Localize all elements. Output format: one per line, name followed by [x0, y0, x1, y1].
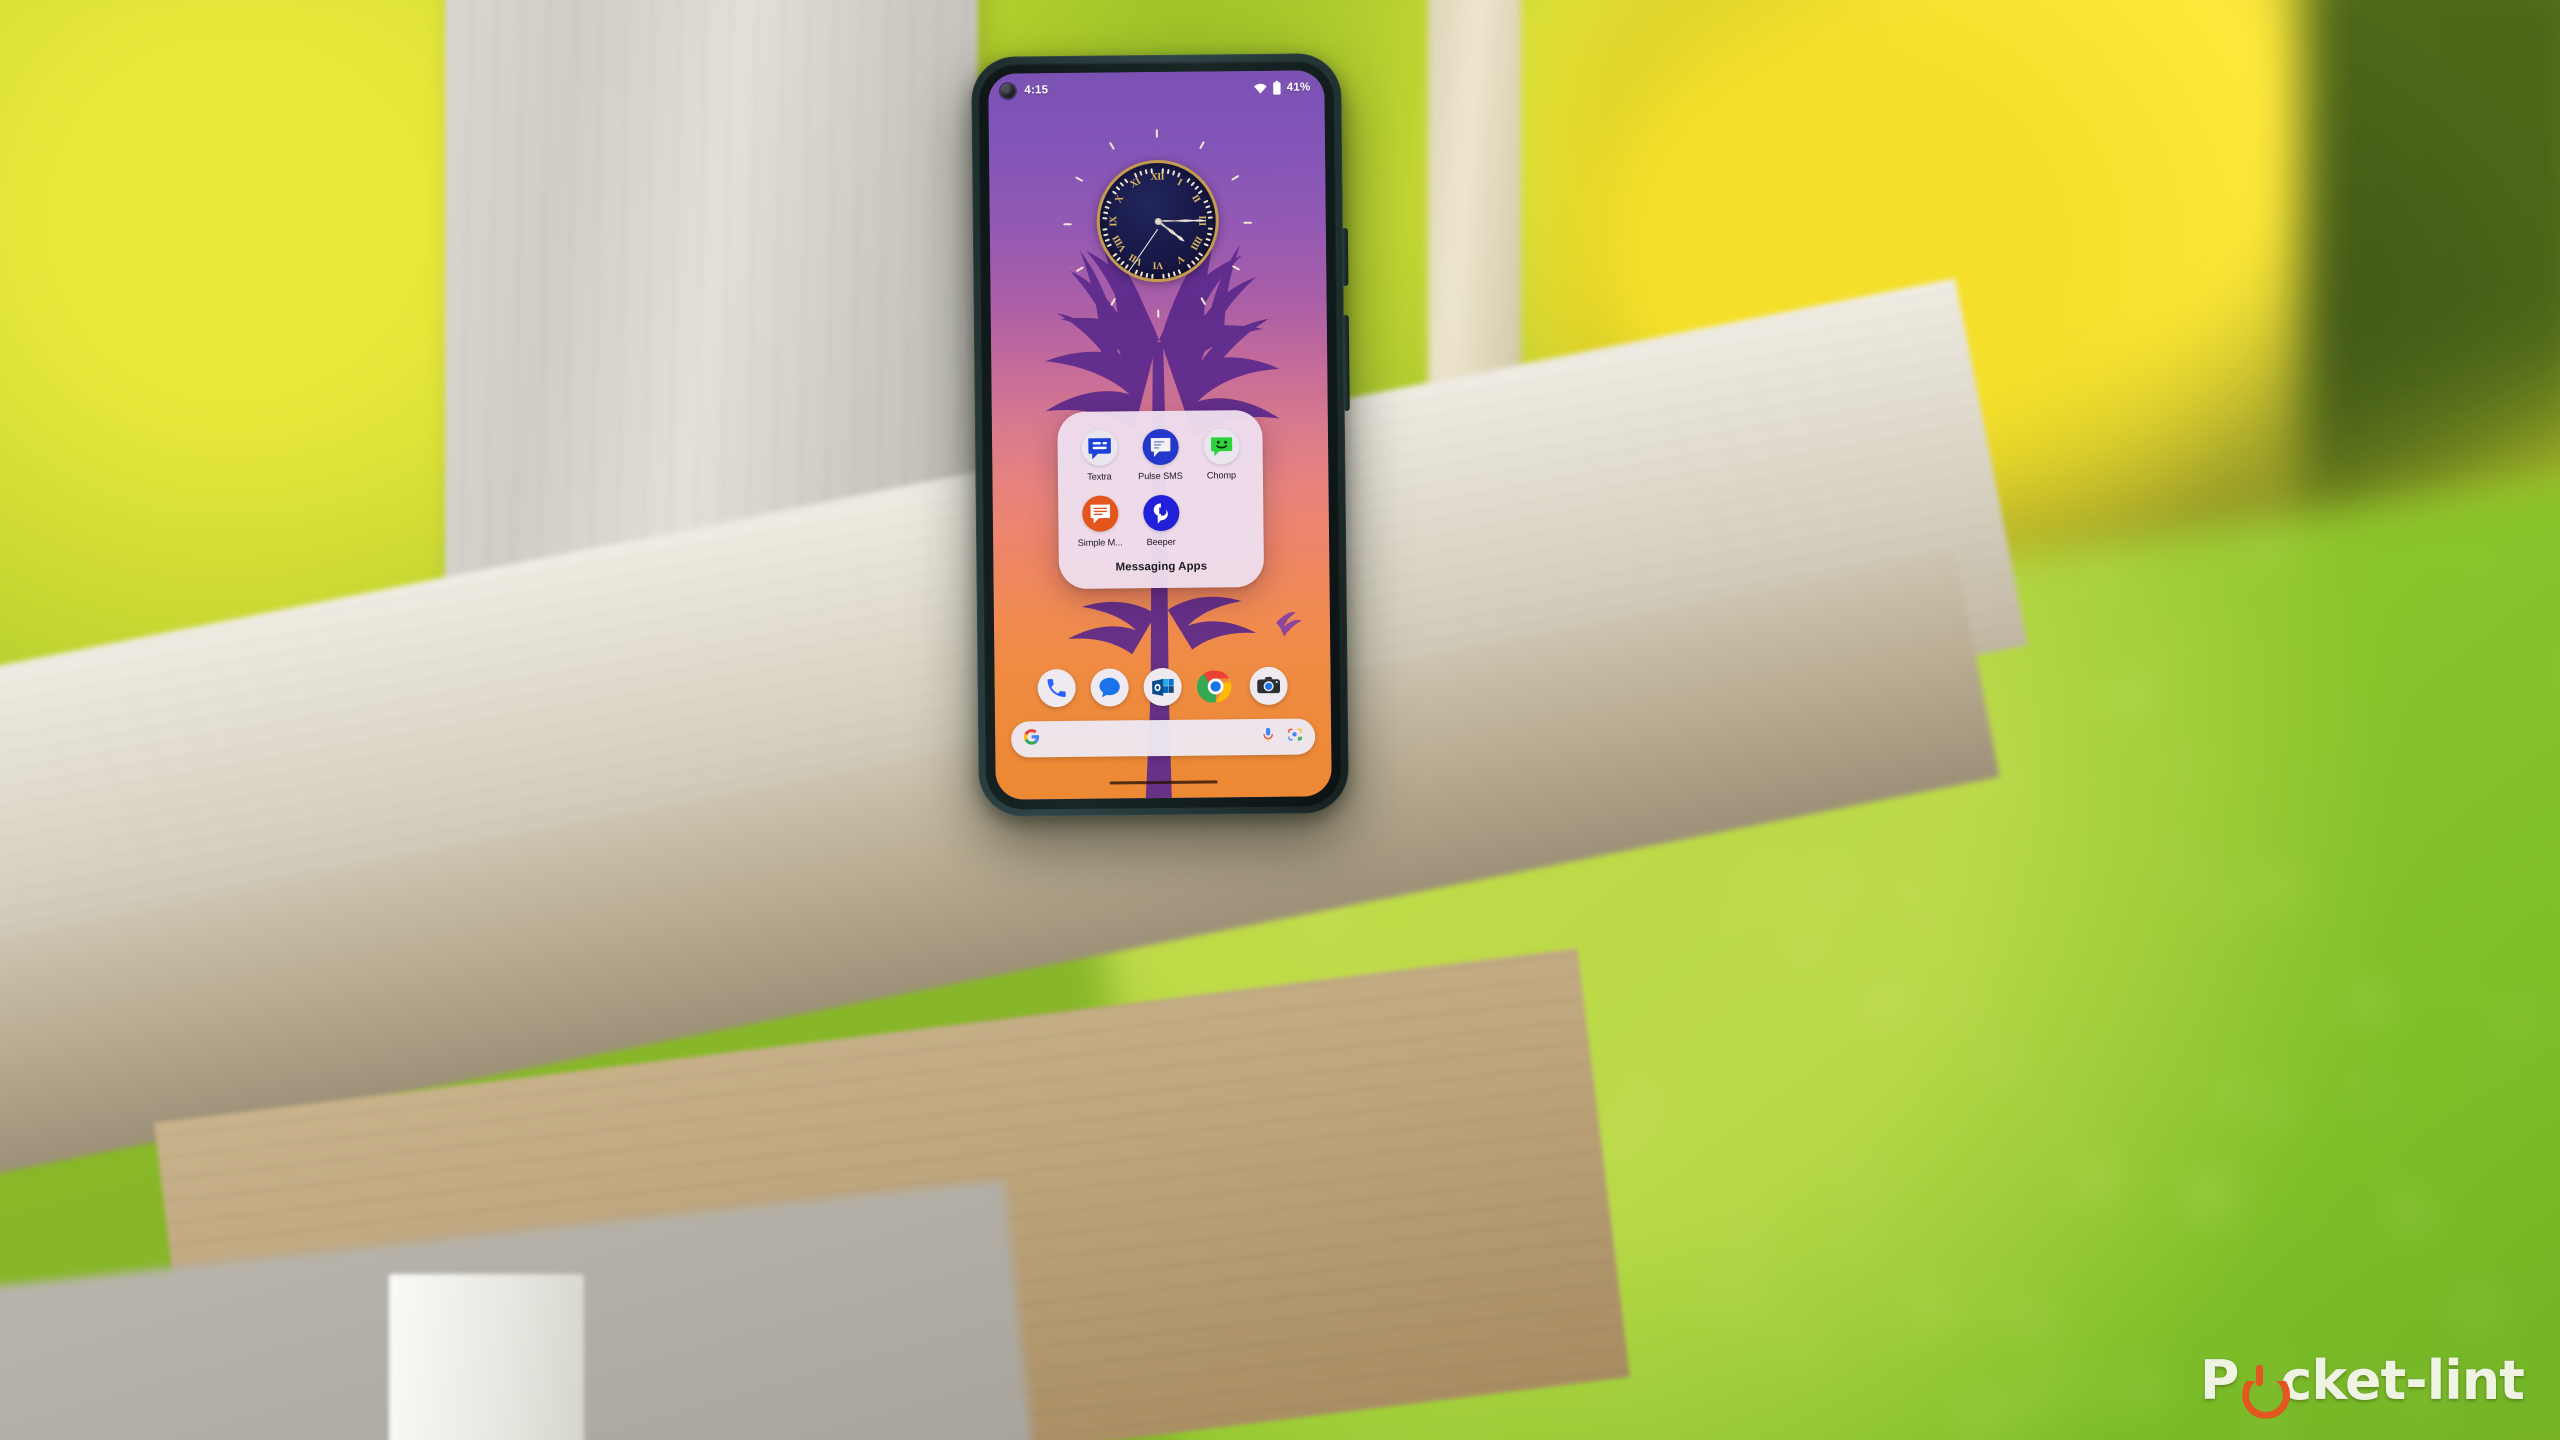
google-g-icon: [1023, 728, 1040, 750]
folder-app-label: Simple M...: [1077, 537, 1123, 548]
battery-icon: [1273, 80, 1282, 95]
chomp-icon[interactable]: [1202, 428, 1240, 465]
dock-app-messages[interactable]: [1090, 668, 1129, 707]
smartphone-device: 4:15 41% XII I II IIII V VI VIII IX X XI…: [971, 53, 1350, 817]
folder-app-label: Chomp: [1206, 470, 1237, 481]
pocketlint-watermark: P cket-lint: [2199, 1349, 2525, 1412]
folder-app-simple-m[interactable]: Simple M...: [1070, 495, 1130, 548]
search-bar[interactable]: [1010, 718, 1316, 758]
folder-app-textra[interactable]: Textra: [1069, 429, 1129, 482]
wifi-icon: [1254, 82, 1268, 94]
dock: [994, 666, 1330, 708]
folder-app-beeper[interactable]: Beeper: [1131, 494, 1191, 548]
watermark-text: cket-lint: [2280, 1349, 2525, 1412]
textra-icon[interactable]: [1080, 429, 1118, 466]
folder-app-grid: Textra Pulse SMS Chomp Simple M... Beeper: [1069, 428, 1251, 548]
volume-button[interactable]: [1342, 315, 1350, 412]
dock-app-chrome[interactable]: [1196, 667, 1234, 705]
clock-center-hub: [1154, 217, 1162, 225]
clock-numerals: XIIIIIIIIIIIIVVIVIIVIIIIXXXI: [1099, 162, 1215, 270]
folder-title[interactable]: Messaging Apps: [1071, 560, 1252, 574]
folder-app-label: Beeper: [1146, 536, 1176, 548]
microphone-icon[interactable]: [1261, 726, 1275, 747]
power-button[interactable]: [1341, 228, 1349, 287]
white-painted-post: [389, 1274, 584, 1440]
analog-clock-widget[interactable]: XIIIIIIIIIIIIVVIVIIVIIIIXXXI: [1063, 129, 1253, 318]
clock-numeral: XII: [1150, 171, 1165, 183]
folder-app-chomp[interactable]: Chomp: [1191, 428, 1251, 481]
status-bar: 4:15 41%: [988, 70, 1324, 108]
simple-messaging-icon[interactable]: [1081, 495, 1119, 532]
power-symbol-icon: [2239, 1364, 2279, 1405]
clock-numeral: VI: [1153, 259, 1164, 271]
dock-app-phone[interactable]: [1037, 668, 1076, 708]
folder-popup[interactable]: Textra Pulse SMS Chomp Simple M... Beeper Me…: [1057, 409, 1265, 590]
google-lens-icon[interactable]: [1287, 726, 1303, 747]
battery-percent-label: 41%: [1286, 81, 1311, 94]
pulse-sms-icon[interactable]: [1141, 428, 1179, 466]
folder-app-label: Pulse SMS: [1138, 470, 1183, 482]
watermark-letter-p: P: [2199, 1349, 2240, 1412]
status-bar-clock: 4:15: [1024, 84, 1049, 97]
dock-app-outlook[interactable]: [1143, 667, 1182, 707]
front-camera-punch-hole: [1000, 82, 1016, 99]
clock-numeral: IX: [1108, 216, 1120, 227]
folder-app-label: Textra: [1087, 471, 1112, 482]
beeper-icon[interactable]: [1142, 494, 1180, 532]
folder-app-pulse-sms[interactable]: Pulse SMS: [1130, 428, 1190, 482]
clock-face: XIIIIIIIIIIIIVVIVIIVIIIIXXXI: [1063, 129, 1253, 318]
phone-screen[interactable]: 4:15 41% XII I II IIII V VI VIII IX X XI…: [988, 70, 1332, 800]
dock-app-camera[interactable]: [1249, 666, 1288, 706]
